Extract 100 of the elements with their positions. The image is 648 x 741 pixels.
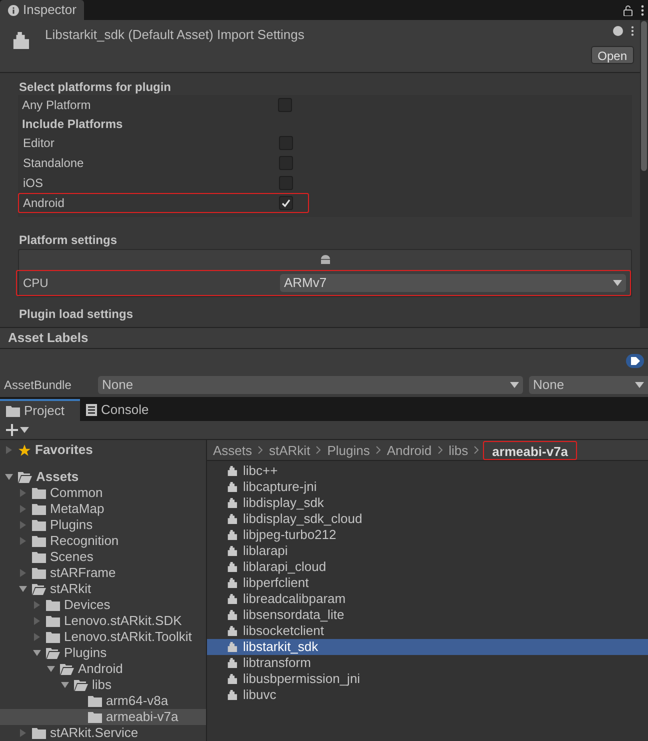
tree-item[interactable]: Android xyxy=(0,661,206,677)
caret-icon xyxy=(20,427,29,433)
file-item[interactable]: libuvc xyxy=(207,687,648,703)
checkbox[interactable] xyxy=(279,196,293,210)
folder-icon xyxy=(88,712,102,722)
file-item[interactable]: liblarapi_cloud xyxy=(207,559,648,575)
create-button[interactable] xyxy=(6,424,29,436)
folder-icon xyxy=(32,552,46,562)
plus-icon xyxy=(6,424,18,436)
breadcrumb-link[interactable]: libs xyxy=(446,440,470,460)
tree-item[interactable]: Recognition xyxy=(0,533,206,549)
tree-item[interactable]: Lenovo.stARkit.Toolkit xyxy=(0,629,206,645)
section-title: Platform settings xyxy=(19,233,118,247)
panel-tab[interactable]: Console xyxy=(80,399,160,421)
open-folder-icon xyxy=(46,648,60,658)
plugin-icon xyxy=(227,498,237,508)
disclosure-arrow-icon[interactable] xyxy=(19,729,27,737)
tree-item[interactable]: stARFrame xyxy=(0,565,206,581)
file-item[interactable]: libsensordata_lite xyxy=(207,607,648,623)
breadcrumb-link[interactable]: Plugins xyxy=(325,440,372,460)
tree-item[interactable]: Lenovo.stARkit.SDK xyxy=(0,613,206,629)
plugin-icon xyxy=(227,658,237,668)
tree-item[interactable]: Scenes xyxy=(0,549,206,565)
asset-labels-header[interactable]: Asset Labels xyxy=(0,327,648,349)
folder-icon xyxy=(46,616,60,626)
tree-item[interactable]: arm64-v8a xyxy=(0,693,206,709)
folder-icon xyxy=(32,568,46,578)
panel-tab[interactable]: Project xyxy=(0,399,80,421)
plugin-icon xyxy=(12,32,29,49)
tree-item[interactable]: Plugins xyxy=(0,645,206,661)
more-options-icon[interactable] xyxy=(641,4,644,16)
file-item[interactable]: liblarapi xyxy=(207,543,648,559)
chevron-right-icon xyxy=(474,446,480,454)
folder-icon xyxy=(6,406,20,416)
chevron-right-icon xyxy=(258,446,264,454)
assetbundle-label: AssetBundle xyxy=(4,377,72,394)
platform-label: Standalone xyxy=(23,155,85,172)
open-folder-icon xyxy=(74,680,88,690)
tree-item[interactable]: Devices xyxy=(0,597,206,613)
lock-icon[interactable] xyxy=(623,4,633,16)
breadcrumb-link[interactable]: Android xyxy=(384,440,434,460)
file-item[interactable]: libdisplay_sdk xyxy=(207,495,648,511)
file-item[interactable]: libreadcalibparam xyxy=(207,591,648,607)
file-item[interactable]: libjpeg-turbo212 xyxy=(207,527,648,543)
folder-icon xyxy=(32,520,46,530)
folder-icon xyxy=(32,536,46,546)
header-title: Libstarkit_sdk (Default Asset) Import Settings xyxy=(45,27,304,42)
variant-dropdown[interactable]: None xyxy=(529,376,648,394)
tree-item[interactable]: stARkit xyxy=(0,581,206,597)
plugin-icon xyxy=(227,690,237,700)
file-item[interactable]: libperfclient xyxy=(207,575,648,591)
tree-item[interactable]: MetaMap xyxy=(0,501,206,517)
console-icon xyxy=(86,404,97,416)
tag-icon[interactable] xyxy=(626,354,644,368)
breadcrumb-link[interactable]: Assets xyxy=(211,440,254,460)
scrollbar[interactable] xyxy=(640,20,648,327)
tree-item[interactable]: libs xyxy=(0,677,206,693)
tree-item[interactable]: Plugins xyxy=(0,517,206,533)
folder-icon xyxy=(46,632,60,642)
tree-item[interactable]: Favorites xyxy=(0,442,206,458)
more-options-icon[interactable] xyxy=(631,26,634,36)
folder-icon xyxy=(88,696,102,706)
file-item[interactable]: libc++ xyxy=(207,463,648,479)
plugin-icon xyxy=(227,674,237,684)
platform-label: Any Platform xyxy=(22,97,92,114)
folder-icon xyxy=(32,504,46,514)
plugin-icon xyxy=(227,482,237,492)
disclosure-arrow-icon[interactable] xyxy=(5,446,13,454)
plugin-icon xyxy=(227,610,237,620)
platform-label: iOS xyxy=(23,175,44,192)
tree-item[interactable]: stARkit.Service xyxy=(0,725,206,741)
chevron-right-icon xyxy=(376,446,381,454)
breadcrumb-link[interactable]: stARkit xyxy=(267,440,312,460)
file-item[interactable]: libcapture-jni xyxy=(207,479,648,495)
inspector-tab[interactable]: Inspector xyxy=(0,0,84,20)
assetbundle-dropdown[interactable]: None xyxy=(98,376,523,394)
plugin-icon xyxy=(227,466,237,476)
platform-label: Editor xyxy=(23,135,56,152)
tree-item[interactable]: Common xyxy=(0,485,206,501)
tree-item[interactable]: armeabi-v7a xyxy=(0,709,206,725)
caret-icon xyxy=(510,382,519,388)
caret-icon xyxy=(635,382,644,388)
file-item[interactable]: libdisplay_sdk_cloud xyxy=(207,511,648,527)
section-title: Plugin load settings xyxy=(19,307,134,321)
tree-item[interactable]: Assets xyxy=(0,469,206,485)
file-item[interactable]: libstarkit_sdk xyxy=(207,639,648,655)
folder-icon xyxy=(46,600,60,610)
breadcrumb-link[interactable]: armeabi-v7a xyxy=(483,440,578,460)
file-item[interactable]: libusbpermission_jni xyxy=(207,671,648,687)
cpu-dropdown[interactable]: ARMv7 xyxy=(280,274,626,292)
open-folder-icon xyxy=(18,472,32,482)
plugin-icon xyxy=(227,514,237,524)
open-folder-icon xyxy=(60,664,74,674)
caret-icon xyxy=(613,280,622,286)
plugin-icon xyxy=(227,642,237,652)
plugin-icon xyxy=(227,562,237,572)
file-item[interactable]: libtransform xyxy=(207,655,648,671)
folder-icon xyxy=(32,488,46,498)
file-item[interactable]: libsocketclient xyxy=(207,623,648,639)
open-button[interactable]: Open xyxy=(590,46,634,64)
